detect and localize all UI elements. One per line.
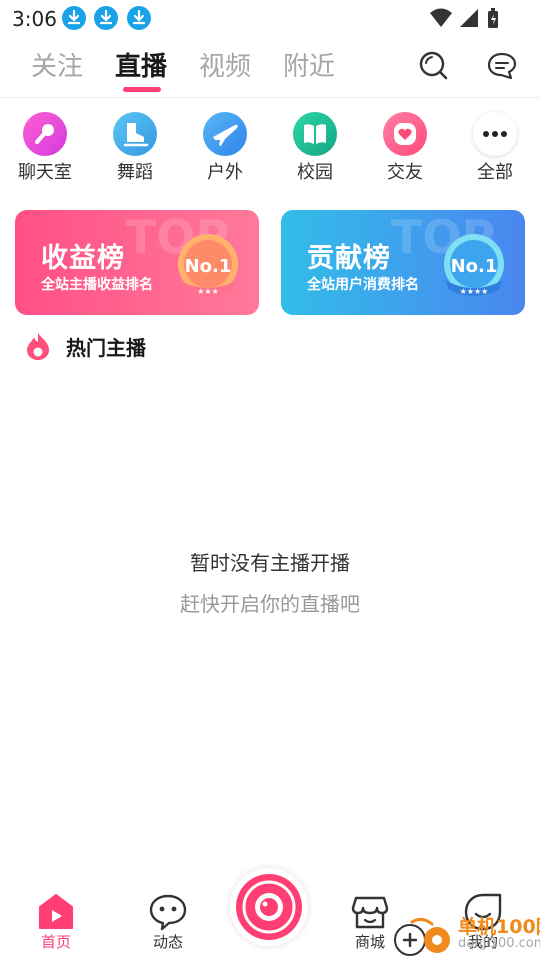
category-label: 舞蹈 [117,162,153,183]
store-icon [351,896,389,929]
heart-icon [383,112,427,156]
category-label: 交友 [387,162,423,183]
go-live-button[interactable] [230,868,308,946]
contribution-ranking-banner[interactable]: TOP 贡献榜 全站用户消费排名 No.1 ★★★★ [281,210,525,315]
site-logo-icon [394,917,450,956]
category-label: 全部 [477,162,513,183]
category-label: 聊天室 [18,162,72,183]
no1-medal-icon: No.1 ★★★★ [444,234,504,296]
banner-badge: No.1 [185,256,232,277]
category-label: 校园 [297,162,333,183]
nav-label: 动态 [152,933,183,951]
download-icon [62,6,86,30]
download-icon [94,6,118,30]
search-icon[interactable] [418,50,450,82]
nav-home[interactable]: 首页 [21,892,91,952]
tab-follow[interactable]: 关注 [31,46,83,83]
category-all[interactable]: 全部 [455,112,535,184]
active-tab-indicator [123,87,161,92]
tab-nearby[interactable]: 附近 [283,46,335,83]
category-chatroom[interactable]: 聊天室 [5,112,85,184]
chat-face-icon [149,894,187,931]
category-campus[interactable]: 校园 [275,112,355,184]
banner-stars: ★★★★ [460,287,489,296]
empty-state-title: 暂时没有主播开播 [190,551,350,575]
download-icon [127,6,151,30]
site-watermark: 单机100网 danji100.com [392,912,540,960]
flame-icon [27,333,49,360]
banner-subtitle: 全站用户消费排名 [307,277,419,293]
status-bar: 3:06 [0,0,540,36]
skate-icon [113,112,157,156]
category-dance[interactable]: 舞蹈 [95,112,175,184]
category-outdoor[interactable]: 户外 [185,112,265,184]
banner-badge: No.1 [451,256,498,277]
banner-stars: ★★★ [197,287,219,296]
wifi-icon [430,8,452,27]
more-icon [473,112,517,156]
banner-subtitle: 全站主播收益排名 [41,277,153,293]
message-icon[interactable] [486,50,518,82]
live-camera-icon [236,874,302,940]
income-ranking-banner[interactable]: TOP 收益榜 全站主播收益排名 No.1 ★★★ [15,210,259,315]
no1-medal-icon: No.1 ★★★ [178,234,238,296]
book-icon [293,112,337,156]
banner-title: 收益榜 [41,243,125,274]
nav-moments[interactable]: 动态 [133,892,203,952]
battery-icon [488,8,498,28]
status-time: 3:06 [12,7,57,31]
signal-icon [460,9,478,27]
home-play-icon [39,894,73,929]
tab-live[interactable]: 直播 [115,46,167,83]
banner-title: 贡献榜 [307,243,391,274]
top-tab-bar: 关注 直播 视频 附近 [0,36,540,98]
empty-state-subtitle: 赶快开启你的直播吧 [180,592,360,616]
tab-video[interactable]: 视频 [199,46,251,83]
plane-icon [203,112,247,156]
category-label: 户外 [207,162,243,183]
status-indicators [428,6,502,34]
nav-label: 首页 [40,933,71,951]
watermark-url: danji100.com [458,936,540,951]
microphone-icon [23,112,67,156]
category-dating[interactable]: 交友 [365,112,445,184]
hot-streamers-title: 热门主播 [66,336,146,360]
watermark-title: 单机100网 [458,916,540,938]
